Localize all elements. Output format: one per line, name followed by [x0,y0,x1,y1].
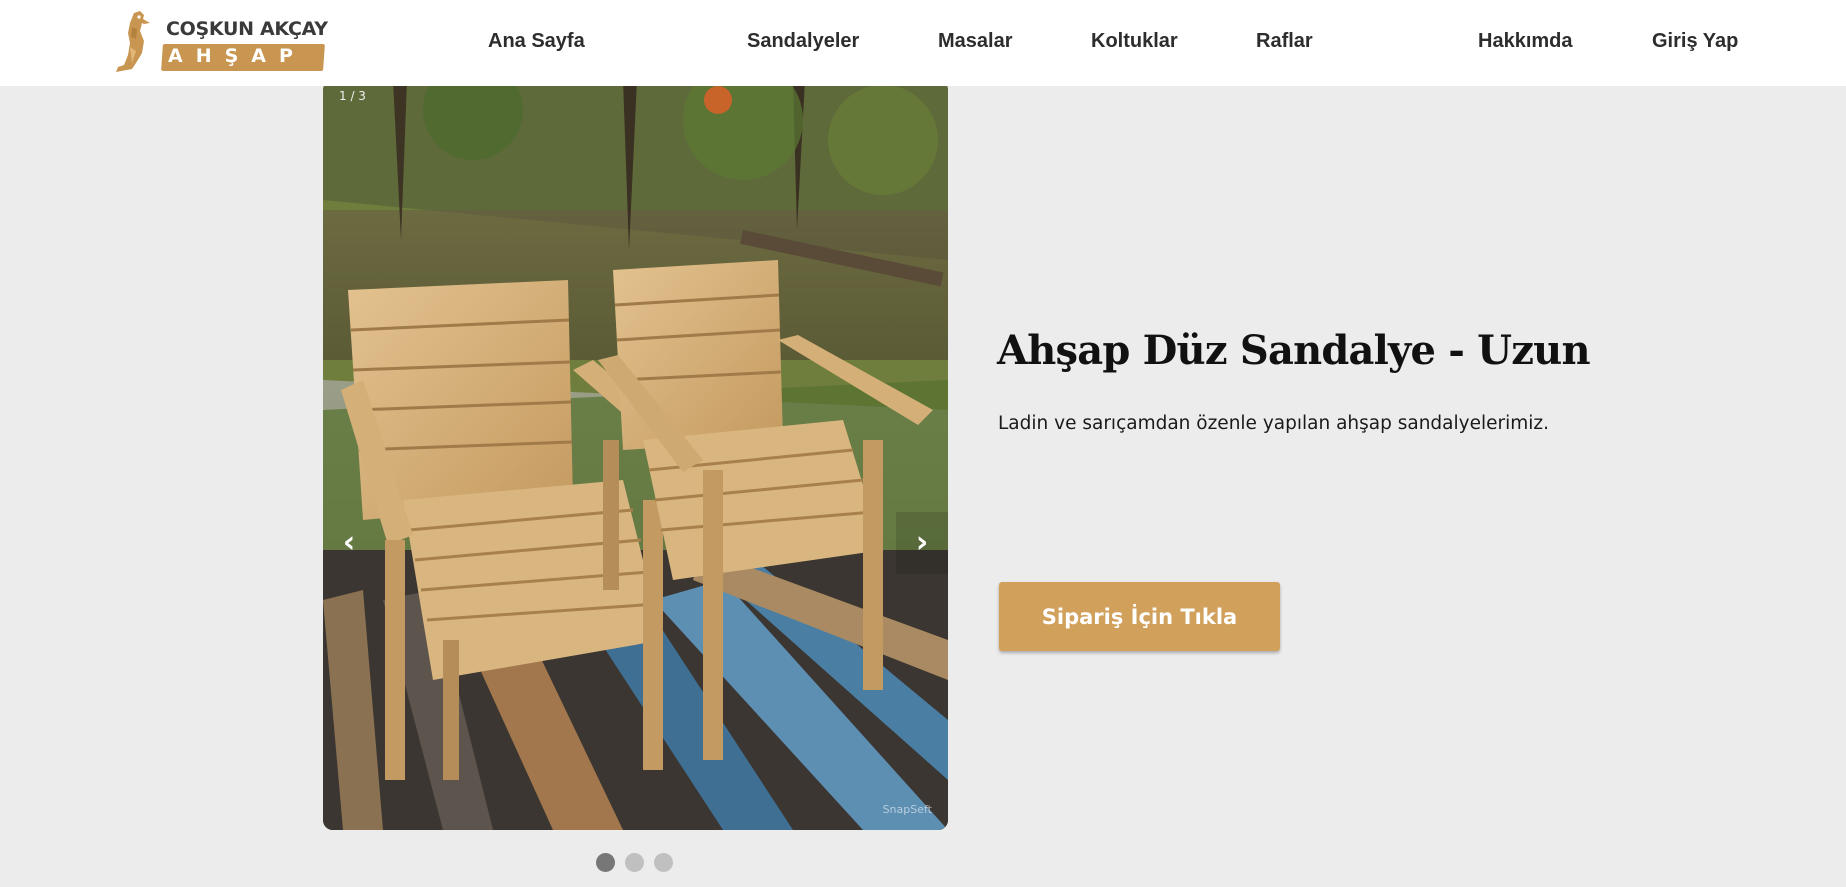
chevron-left-icon: ‹ [342,525,356,560]
nav-armchairs[interactable]: Koltuklar [1091,30,1178,53]
prev-slide-button[interactable]: ‹ [323,512,375,574]
slide-dot-2[interactable] [625,853,644,872]
next-slide-button[interactable]: › [896,512,948,574]
order-button[interactable]: Sipariş İçin Tıkla [999,582,1280,651]
wooden-armchairs-photo [323,80,948,830]
brand-name-line1: COŞKUN AKÇAY [166,18,328,40]
slide-dot-1[interactable] [596,853,615,872]
nav-login[interactable]: Giriş Yap [1652,30,1738,53]
slide-dot-3[interactable] [654,853,673,872]
nav-tables[interactable]: Masalar [938,30,1013,53]
product-title: Ahşap Düz Sandalye - Uzun [997,327,1591,374]
nav-shelves[interactable]: Raflar [1256,30,1313,53]
chevron-right-icon: › [915,525,929,560]
nav-home[interactable]: Ana Sayfa [488,30,585,53]
product-description: Ladin ve sarıçamdan özenle yapılan ahşap… [998,413,1549,434]
product-image-slider[interactable]: 1 / 3 ‹ › SnapSeft [323,80,948,830]
brand-name-line2: AHŞAP [168,45,306,67]
nav-about[interactable]: Hakkımda [1478,30,1573,53]
photo-watermark: SnapSeft [882,803,932,816]
site-header: COŞKUN AKÇAY AHŞAP Ana Sayfa Sandalyeler… [0,0,1846,86]
slide-counter: 1 / 3 [339,89,366,103]
brand-logo[interactable]: COŞKUN AKÇAY AHŞAP [110,9,328,75]
nav-chairs[interactable]: Sandalyeler [747,30,859,53]
